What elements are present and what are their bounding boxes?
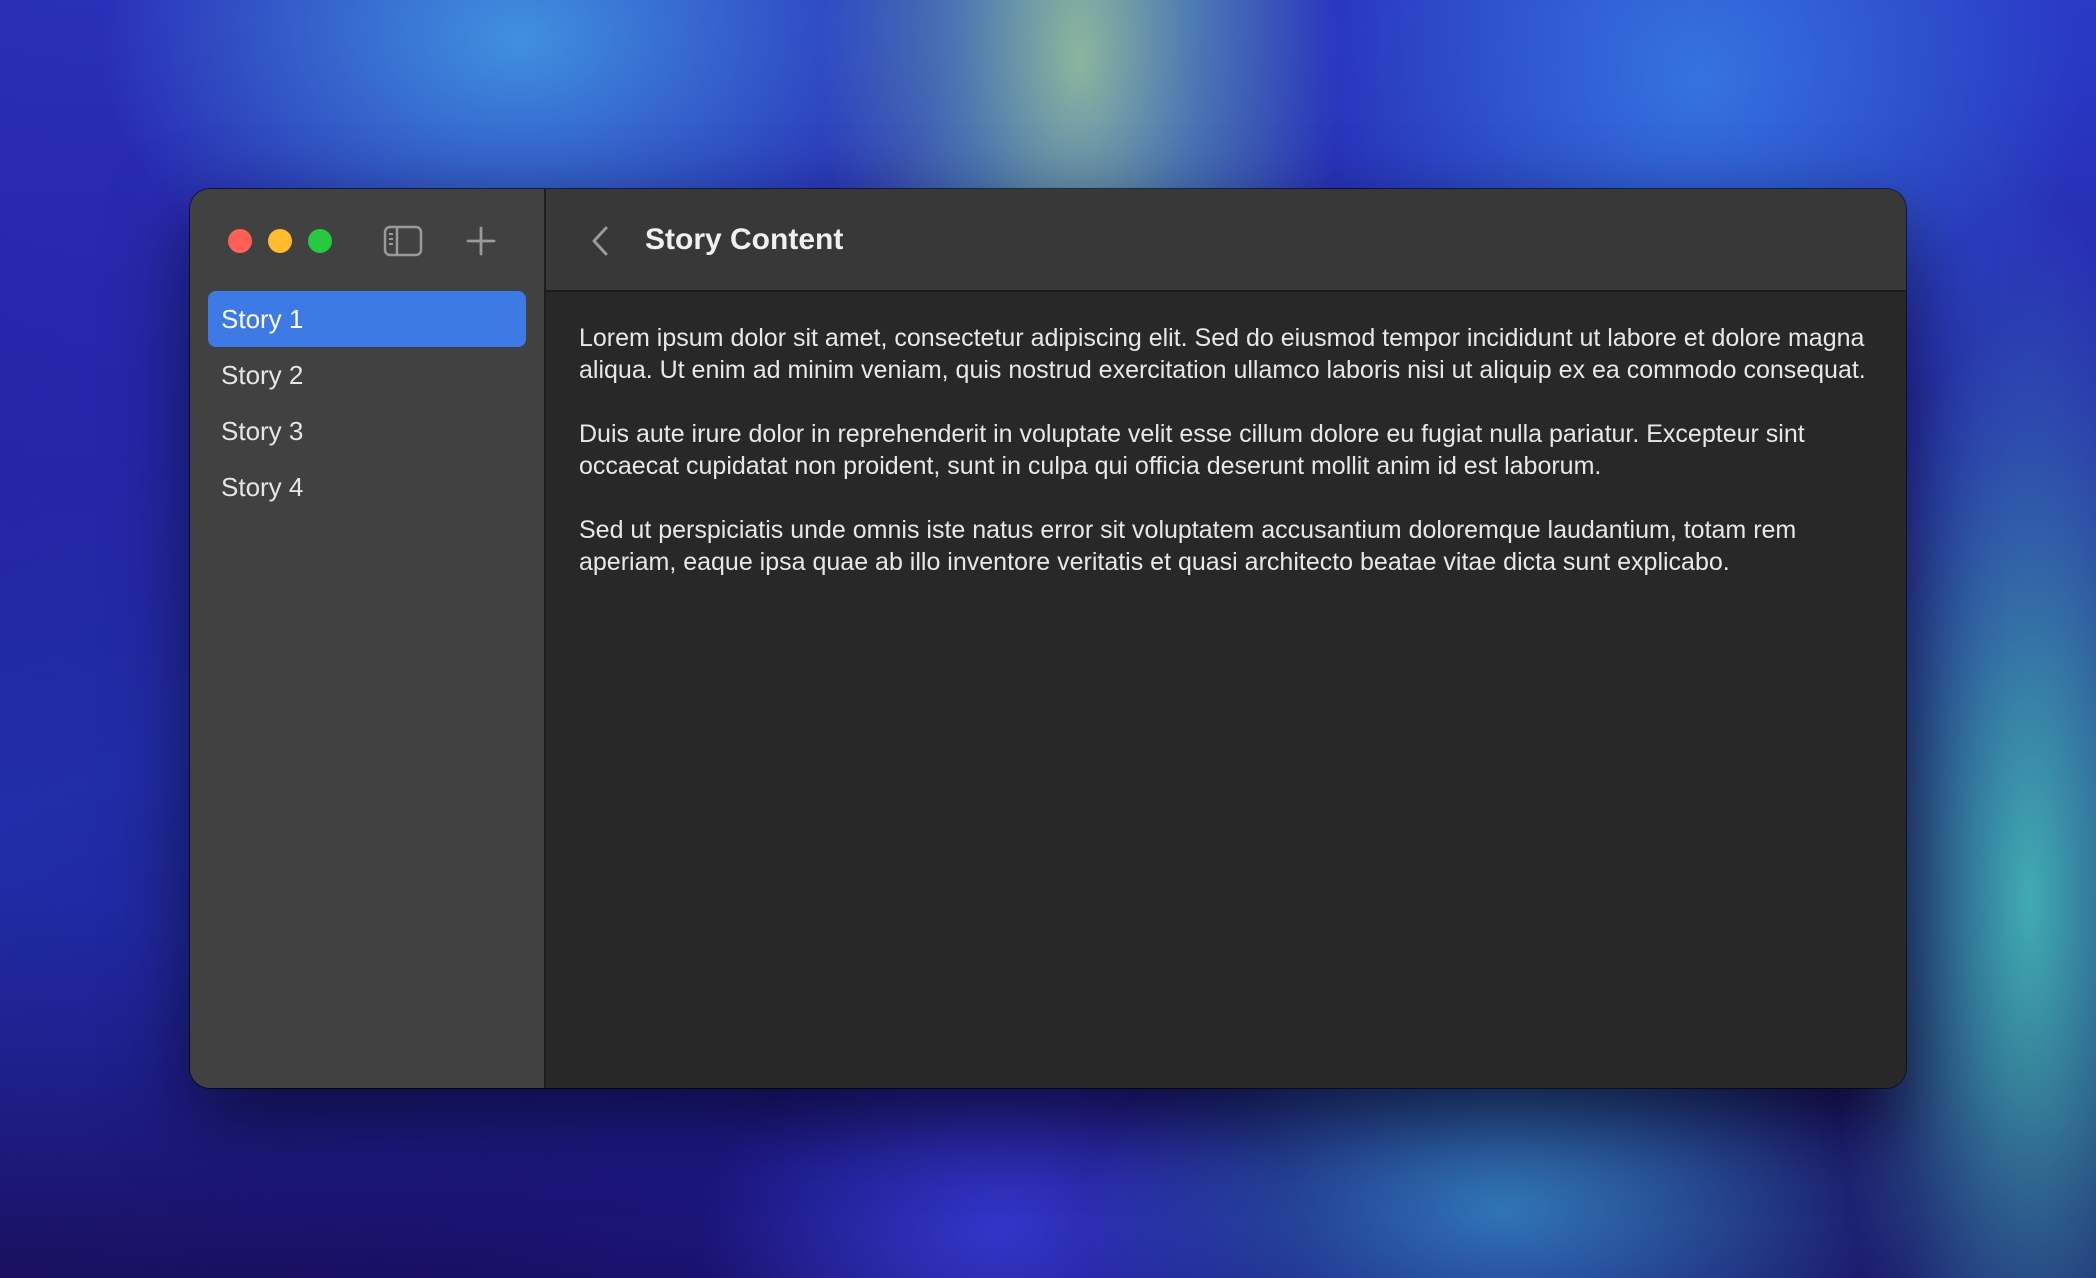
story-list-item[interactable]: Story 1 [208, 291, 526, 347]
story-list: Story 1 Story 2 Story 3 Story 4 [190, 291, 544, 515]
close-window-button[interactable] [228, 229, 252, 253]
story-content: Lorem ipsum dolor sit amet, consectetur … [546, 292, 1906, 578]
sidebar-titlebar [190, 189, 544, 291]
plus-icon[interactable] [463, 223, 499, 259]
story-list-item[interactable]: Story 2 [208, 347, 526, 403]
sidebar-left-icon[interactable] [383, 224, 423, 258]
minimize-window-button[interactable] [268, 229, 292, 253]
app-window: Story 1 Story 2 Story 3 Story 4 Story Co… [190, 189, 1906, 1088]
detail-pane: Story Content Lorem ipsum dolor sit amet… [546, 189, 1906, 1088]
story-list-item[interactable]: Story 3 [208, 403, 526, 459]
content-paragraph: Duis aute irure dolor in reprehenderit i… [579, 420, 1805, 480]
page-title: Story Content [645, 223, 844, 256]
story-list-item[interactable]: Story 4 [208, 459, 526, 515]
detail-header: Story Content [546, 189, 1906, 292]
zoom-window-button[interactable] [308, 229, 332, 253]
chevron-left-icon[interactable] [582, 221, 622, 261]
sidebar: Story 1 Story 2 Story 3 Story 4 [190, 189, 546, 1088]
content-paragraph: Lorem ipsum dolor sit amet, consectetur … [579, 324, 1866, 384]
content-paragraph: Sed ut perspiciatis unde omnis iste natu… [579, 516, 1797, 576]
desktop-wallpaper: Story 1 Story 2 Story 3 Story 4 Story Co… [0, 0, 2096, 1278]
